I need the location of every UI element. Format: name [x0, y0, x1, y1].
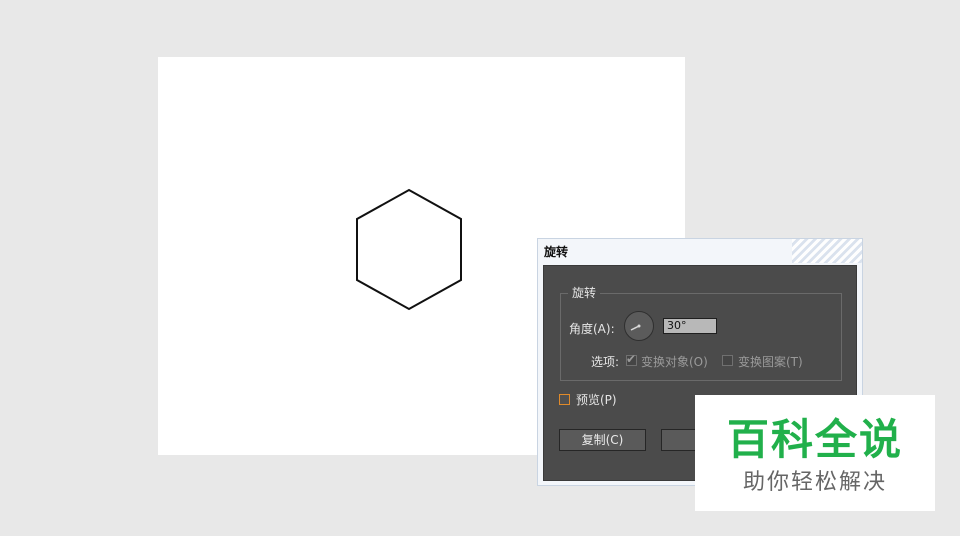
angle-input[interactable]: 30°	[663, 318, 717, 334]
transform-objects-label: 变换对象(O)	[641, 355, 708, 369]
preview-checkbox[interactable]	[559, 394, 570, 405]
copy-button[interactable]: 复制(C)	[559, 429, 646, 451]
dial-needle-icon	[630, 324, 641, 331]
transform-patterns-checkbox[interactable]	[722, 355, 733, 366]
titlebar-stripes	[792, 239, 862, 263]
transform-objects-checkbox[interactable]	[626, 352, 637, 366]
watermark-title: 百科全说	[726, 415, 903, 464]
angle-dial[interactable]	[624, 311, 654, 341]
transform-patterns-label: 变换图案(T)	[738, 355, 803, 369]
preview-label: 预览(P)	[576, 393, 617, 407]
dialog-title: 旋转	[544, 245, 569, 259]
group-title: 旋转	[568, 284, 601, 301]
watermark-subtitle: 助你轻松解决	[742, 470, 887, 495]
angle-label: 角度(A):	[569, 322, 615, 336]
watermark-logo: 百科全说 助你轻松解决	[695, 395, 935, 511]
options-label: 选项:	[591, 355, 620, 369]
